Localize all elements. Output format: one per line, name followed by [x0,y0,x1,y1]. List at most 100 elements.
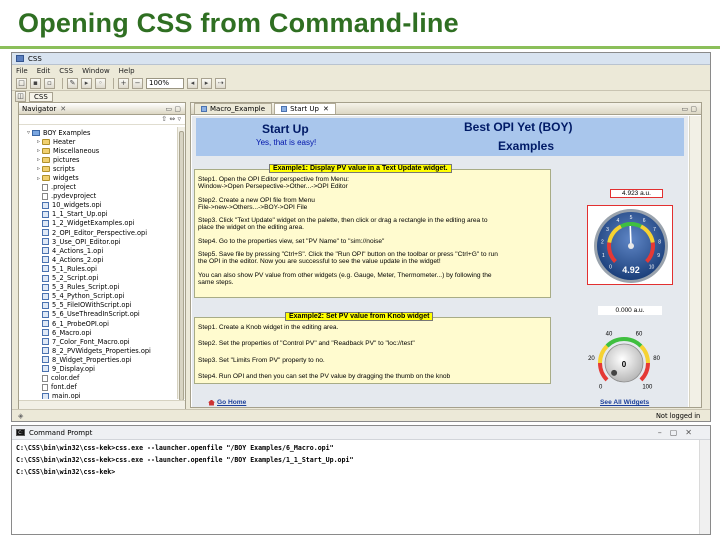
menu-file[interactable]: File [16,67,28,75]
tree-item[interactable]: 2_OPI_Editor_Perspective.opi [19,228,177,237]
minimize-maximize-icon[interactable]: ▭ ▢ [682,105,697,113]
tree-item[interactable]: .pydevproject [19,192,177,201]
zoom-out-icon[interactable]: − [132,77,143,89]
tree-item[interactable]: 5_3_Rules_Script.opi [19,283,177,292]
tick-label: 0 [609,265,612,271]
status-bar: ◈ Not logged in [12,409,710,421]
window-controls-icon[interactable]: –▢✕ [658,428,700,437]
tree-item-label: color.def [51,374,80,383]
tab-macro-example[interactable]: Macro_Example [194,103,273,114]
expand-toggle-icon[interactable]: ▹ [35,156,42,163]
probe-icon[interactable]: ◦ [95,77,106,89]
tick-label: 40 [606,332,613,338]
back-arrow-icon[interactable]: ◂ [187,77,198,89]
tree-item[interactable]: 5_4_Python_Script.opi [19,292,177,301]
expand-toggle-icon[interactable]: ▹ [35,175,42,182]
tree-item[interactable]: 1_2_WidgetExamples.opi [19,219,177,228]
tick-label: 60 [636,332,643,338]
tree-item[interactable]: 8_2_PVWidgets_Properties.opi [19,346,177,355]
tick-label: 5 [630,215,633,221]
collapse-all-icon[interactable]: ⇧ ⇔ ▿ [161,115,181,124]
menu-css[interactable]: CSS [59,67,73,75]
tree-item[interactable]: 6_1_ProbeOPI.opi [19,319,177,328]
navigator-vertical-scrollbar[interactable] [177,127,185,401]
folder-icon [42,138,50,145]
opi-file-icon [42,320,49,328]
knob-widget[interactable]: 0 20 40 60 80 100 0 [581,319,667,397]
tree-item-label: pictures [53,155,80,164]
edit-icon[interactable]: ✎ [67,77,78,89]
tree-item[interactable]: ▿ BOY Examples [19,128,177,137]
scroll-thumb[interactable] [179,131,184,401]
editor-vertical-scrollbar[interactable] [689,116,701,407]
zoom-in-icon[interactable]: + [118,77,129,89]
tick-label: 6 [643,218,646,224]
navigate-icon[interactable]: ⇢ [215,77,226,89]
tree-item[interactable]: 5_6_UseThreadInScript.opi [19,310,177,319]
tree-item[interactable]: 5_5_FileIOWithScript.opi [19,301,177,310]
knob-thumb[interactable] [611,369,618,376]
tree-item[interactable]: color.def [19,374,177,383]
tree-item[interactable]: ▹ Heater [19,137,177,146]
forward-arrow-icon[interactable]: ▸ [201,77,212,89]
cmd-console[interactable]: C:\CSS\bin\win32\css-kek>css.exe --launc… [12,440,710,485]
expand-toggle-icon[interactable]: ▹ [35,138,42,145]
tree-item-label: 5_1_Rules.opi [52,264,97,273]
perspective-css-button[interactable]: CSS [29,91,53,102]
file-icon [42,374,48,382]
tree-item-label: scripts [53,164,75,173]
new-icon[interactable]: □ [16,77,27,89]
tree-item[interactable]: 7_Color_Font_Macro.opi [19,337,177,346]
print-icon[interactable]: ▫ [44,77,55,89]
cmd-vertical-scrollbar[interactable] [699,440,710,534]
close-icon[interactable]: ✕ [323,105,329,113]
tree-item-label: 7_Color_Font_Macro.opi [52,337,130,346]
tree-item-label: 10_widgets.opi [52,201,102,210]
tree-item[interactable]: 4_Actions_1.opi [19,246,177,255]
menu-edit[interactable]: Edit [37,67,51,75]
menu-window[interactable]: Window [82,67,110,75]
tree-item[interactable]: 6_Macro.opi [19,328,177,337]
go-home-link[interactable]: Go Home [208,399,246,406]
tree-item[interactable]: ▹ scripts [19,164,177,173]
tree-item[interactable]: 8_Widget_Properties.opi [19,355,177,364]
tree-item[interactable]: ▹ Miscellaneous [19,146,177,155]
tree-item[interactable]: 10_widgets.opi [19,201,177,210]
tree-item[interactable]: 9_Display.opi [19,364,177,373]
open-perspective-icon[interactable]: ◫ [15,91,26,102]
opi-file-icon [42,347,49,355]
navigator-horizontal-scrollbar[interactable] [19,400,185,409]
minimize-maximize-icon[interactable]: ▭ ▢ [166,105,181,113]
tick-label: 4 [616,218,619,224]
tree-item[interactable]: 1_1_Start_Up.opi [19,210,177,219]
tree-item-label: 2_OPI_Editor_Perspective.opi [52,228,148,237]
tree-item[interactable]: ▹ pictures [19,155,177,164]
tree-item[interactable]: 3_Use_OPI_Editor.opi [19,237,177,246]
zoom-level-combo[interactable]: 100% [146,77,184,89]
tab-start-up[interactable]: Start Up ✕ [274,103,336,114]
tree-item-label: font.def [51,383,77,392]
navigator-tab[interactable]: Navigator ✕ ▭ ▢ [19,103,185,115]
expand-toggle-icon[interactable]: ▹ [35,165,42,172]
expand-toggle-icon[interactable]: ▹ [35,147,42,154]
run-opi-icon[interactable]: ▸ [81,77,92,89]
tree-item[interactable]: 5_1_Rules.opi [19,264,177,273]
tree-item[interactable]: font.def [19,383,177,392]
close-icon[interactable]: ✕ [60,105,66,113]
tree-item[interactable]: .project [19,183,177,192]
expand-toggle-icon[interactable]: ▿ [25,129,32,136]
opi-file-icon [281,106,288,112]
tick-label: 80 [653,356,660,362]
example2-step: Step3. Set "Limits From PV" property to … [198,356,325,364]
tree-item[interactable]: main.opi [19,392,177,399]
tree-item[interactable]: ▹ widgets [19,173,177,182]
text-update-widget: 4.923 a.u. [610,189,663,198]
tree-item[interactable]: 5_2_Script.opi [19,274,177,283]
menu-help[interactable]: Help [119,67,135,75]
tree-item[interactable]: 4_Actions_2.opi [19,255,177,264]
opi-file-icon [42,229,49,237]
opi-file-icon [42,274,49,282]
save-icon[interactable]: ▪ [30,77,41,89]
toolbar-separator [62,77,63,89]
see-all-widgets-link[interactable]: See All Widgets [600,399,649,406]
